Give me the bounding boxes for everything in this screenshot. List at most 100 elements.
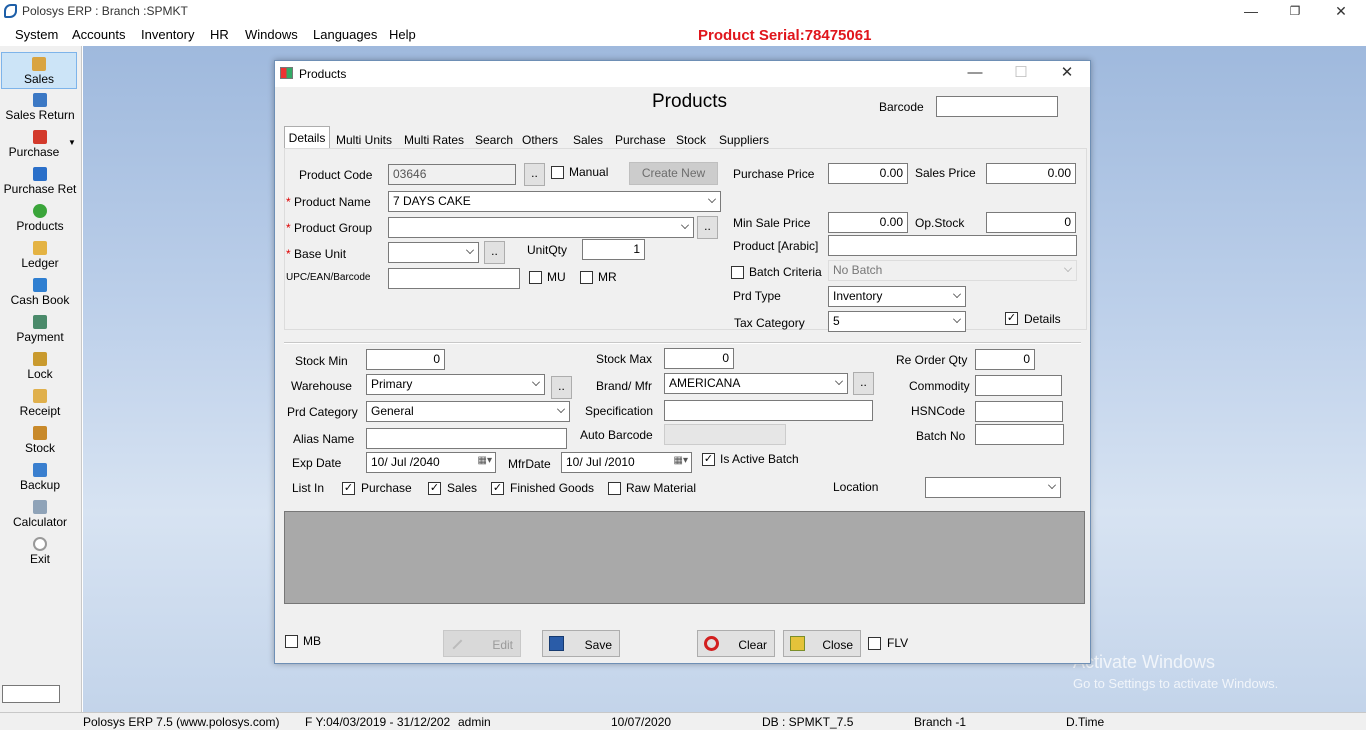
save-button-label: Save — [584, 638, 612, 652]
menu-windows[interactable]: Windows — [245, 27, 298, 42]
tax-category-combo[interactable]: 5 — [828, 311, 966, 332]
product-code-lookup-button[interactable]: .. — [524, 163, 545, 186]
mu-checkbox[interactable] — [529, 271, 542, 284]
flv-checkbox[interactable] — [868, 637, 881, 650]
close-app-button[interactable]: ✕ — [1318, 0, 1364, 24]
sidebar-item-lock[interactable]: Lock — [0, 348, 80, 385]
product-arabic-input[interactable] — [828, 235, 1077, 256]
base-unit-combo[interactable] — [388, 242, 479, 263]
dropdown-arrow-icon[interactable]: ▼ — [68, 138, 76, 147]
sidebar-item-receipt[interactable]: Receipt — [0, 385, 80, 422]
sales-price-input[interactable]: 0.00 — [986, 163, 1076, 184]
product-group-combo[interactable] — [388, 217, 694, 238]
upc-input[interactable] — [388, 268, 520, 289]
sidebar-item-sales-return[interactable]: Sales Return — [0, 89, 80, 126]
exp-date-picker[interactable]: 10/ Jul /2040 ▦▾ — [366, 452, 496, 473]
tab-multi-units[interactable]: Multi Units — [335, 128, 393, 149]
commodity-label: Commodity — [909, 379, 970, 393]
tab-purchase[interactable]: Purchase — [614, 128, 667, 149]
sidebar-item-sales[interactable]: Sales — [1, 52, 77, 89]
tab-others[interactable]: Others — [521, 128, 559, 149]
sidebar-input-box[interactable] — [2, 685, 60, 703]
tab-stock[interactable]: Stock — [675, 128, 707, 149]
clear-button[interactable]: Clear — [697, 630, 775, 657]
brand-lookup-button[interactable]: .. — [853, 372, 874, 395]
dialog-close-button[interactable]: ✕ — [1044, 61, 1090, 87]
unitqty-input[interactable]: 1 — [582, 239, 645, 260]
warehouse-lookup-button[interactable]: .. — [551, 376, 572, 399]
product-name-combo[interactable]: 7 DAYS CAKE — [388, 191, 721, 212]
is-active-batch-checkbox[interactable]: ✓ — [702, 453, 715, 466]
restore-button[interactable]: ❐ — [1272, 0, 1318, 24]
barcode-input[interactable] — [936, 96, 1058, 117]
menu-accounts[interactable]: Accounts — [72, 27, 125, 42]
sidebar-item-purchase-ret[interactable]: Purchase Ret — [0, 163, 80, 200]
stock-min-input[interactable]: 0 — [366, 349, 445, 370]
menu-hr[interactable]: HR — [210, 27, 229, 42]
tab-sales[interactable]: Sales — [572, 128, 604, 149]
sidebar-item-payment[interactable]: Payment — [0, 311, 80, 348]
dialog-minimize-button[interactable]: — — [952, 61, 998, 87]
sidebar-label: Exit — [29, 552, 50, 566]
mr-checkbox[interactable] — [580, 271, 593, 284]
mfr-date-picker[interactable]: 10/ Jul /2010 ▦▾ — [561, 452, 692, 473]
mb-checkbox[interactable] — [285, 635, 298, 648]
warehouse-combo[interactable]: Primary — [366, 374, 545, 395]
list-raw-material-checkbox[interactable] — [608, 482, 621, 495]
brand-mfr-combo[interactable]: AMERICANA — [664, 373, 848, 394]
sidebar-item-exit[interactable]: Exit — [0, 533, 80, 570]
tax-category-value: 5 — [833, 314, 840, 328]
manual-checkbox[interactable] — [551, 166, 564, 179]
sidebar-item-products[interactable]: Products — [0, 200, 80, 237]
list-finished-goods-checkbox[interactable]: ✓ — [491, 482, 504, 495]
create-new-button[interactable]: Create New — [629, 162, 718, 185]
base-unit-lookup-button[interactable]: .. — [484, 241, 505, 264]
calendar-icon[interactable]: ▦▾ — [478, 455, 492, 466]
hsn-code-input[interactable] — [975, 401, 1063, 422]
sales-price-label: Sales Price — [915, 166, 976, 180]
specification-input[interactable] — [664, 400, 873, 421]
tab-search[interactable]: Search — [474, 128, 514, 149]
stock-min-label: Stock Min — [295, 354, 348, 368]
sidebar-item-cash-book[interactable]: Cash Book — [0, 274, 80, 311]
menu-inventory[interactable]: Inventory — [141, 27, 194, 42]
product-code-input[interactable]: 03646 — [388, 164, 516, 185]
calendar-icon[interactable]: ▦▾ — [674, 455, 688, 466]
prd-type-combo[interactable]: Inventory — [828, 286, 966, 307]
save-button[interactable]: Save — [542, 630, 620, 657]
list-sales-checkbox[interactable]: ✓ — [428, 482, 441, 495]
menu-help[interactable]: Help — [389, 27, 416, 42]
close-button[interactable]: Close — [783, 630, 861, 657]
location-combo[interactable] — [925, 477, 1061, 498]
details-checkbox[interactable]: ✓ — [1005, 312, 1018, 325]
activate-windows-text: Go to Settings to activate Windows. — [1073, 676, 1279, 691]
min-sale-price-input[interactable]: 0.00 — [828, 212, 908, 233]
alias-name-input[interactable] — [366, 428, 567, 449]
tab-multi-rates[interactable]: Multi Rates — [403, 128, 465, 149]
reorder-qty-input[interactable]: 0 — [975, 349, 1035, 370]
list-purchase-checkbox[interactable]: ✓ — [342, 482, 355, 495]
sidebar-item-backup[interactable]: Backup — [0, 459, 80, 496]
stock-max-input[interactable]: 0 — [664, 348, 734, 369]
sidebar-item-purchase[interactable]: Purchase ▼ — [0, 126, 80, 163]
sidebar-label: Cash Book — [10, 293, 70, 307]
batch-criteria-checkbox[interactable] — [731, 266, 744, 279]
sidebar-item-calculator[interactable]: Calculator — [0, 496, 80, 533]
minimize-button[interactable]: — — [1228, 0, 1274, 24]
commodity-input[interactable] — [975, 375, 1062, 396]
purchase-price-input[interactable]: 0.00 — [828, 163, 908, 184]
status-time: D.Time — [1066, 715, 1105, 729]
op-stock-input[interactable]: 0 — [986, 212, 1076, 233]
menu-system[interactable]: System — [15, 27, 58, 42]
sidebar-item-stock[interactable]: Stock — [0, 422, 80, 459]
products-grid[interactable] — [284, 511, 1085, 604]
menu-languages[interactable]: Languages — [313, 27, 377, 42]
tab-suppliers[interactable]: Suppliers — [718, 128, 770, 149]
tab-details[interactable]: Details — [284, 126, 330, 149]
product-group-lookup-button[interactable]: .. — [697, 216, 718, 239]
batch-no-input[interactable] — [975, 424, 1064, 445]
sidebar-item-ledger[interactable]: Ledger — [0, 237, 80, 274]
prd-category-combo[interactable]: General — [366, 401, 570, 422]
sidebar-label: Calculator — [12, 515, 68, 529]
chevron-down-icon — [953, 290, 961, 298]
